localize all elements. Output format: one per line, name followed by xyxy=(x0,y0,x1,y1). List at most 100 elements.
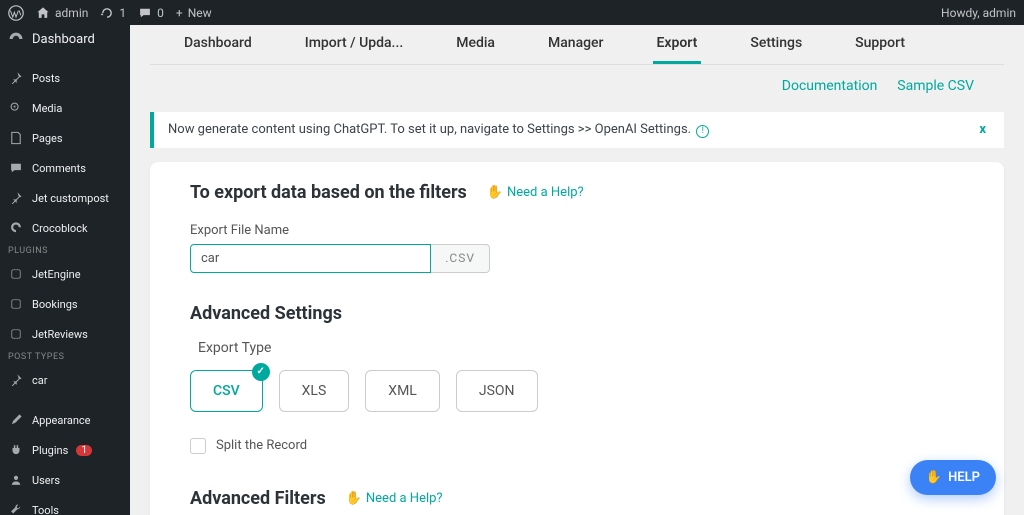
advanced-settings-title: Advanced Settings xyxy=(190,303,964,324)
crocoblock-icon xyxy=(8,220,24,236)
user-icon xyxy=(8,472,24,488)
sidebar-item-bookings[interactable]: Bookings xyxy=(0,289,130,319)
tab-media[interactable]: Media xyxy=(452,25,499,64)
sidebar-label: Media xyxy=(32,102,62,115)
site-name-link[interactable]: admin xyxy=(36,6,88,20)
comments-count: 0 xyxy=(157,6,164,20)
new-link[interactable]: + New xyxy=(176,6,212,20)
sidebar-item-users[interactable]: Users xyxy=(0,465,130,495)
type-option-csv[interactable]: CSV xyxy=(190,370,263,412)
sidebar-item-jetreviews[interactable]: JetReviews xyxy=(0,319,130,349)
hand-icon: ✋ xyxy=(346,491,362,506)
refresh-icon xyxy=(100,6,114,20)
split-record-checkbox[interactable] xyxy=(190,438,206,454)
type-option-json[interactable]: JSON xyxy=(456,370,538,412)
sidebar-item-jetengine[interactable]: JetEngine xyxy=(0,259,130,289)
sidebar-label: JetEngine xyxy=(32,268,81,281)
notice-close-button[interactable]: x xyxy=(975,122,990,137)
dashboard-icon xyxy=(8,31,24,47)
advanced-filters-title: Advanced Filters xyxy=(190,488,326,509)
sidebar-label: Bookings xyxy=(32,298,78,311)
sidebar-label: Tools xyxy=(32,504,59,515)
media-icon xyxy=(8,100,24,116)
documentation-link[interactable]: Documentation xyxy=(782,78,878,94)
sidebar-label: Posts xyxy=(32,72,60,85)
wp-sidebar: Dashboard Posts Media Pages Comments Jet… xyxy=(0,25,130,515)
need-help-link[interactable]: ✋ Need a Help? xyxy=(487,185,584,200)
help-float-button[interactable]: ✋ HELP xyxy=(910,460,996,495)
sidebar-label: Pages xyxy=(32,132,63,145)
hand-icon: ✋ xyxy=(926,470,942,485)
sidebar-item-pages[interactable]: Pages xyxy=(0,123,130,153)
brush-icon xyxy=(8,412,24,428)
sidebar-item-tools[interactable]: Tools xyxy=(0,495,130,515)
plugin-icon xyxy=(8,326,24,342)
sidebar-label: Plugins xyxy=(32,444,68,457)
export-type-label: Export Type xyxy=(190,340,964,356)
export-type-options: CSV XLS XML JSON xyxy=(190,370,964,412)
sidebar-label: JetReviews xyxy=(32,328,88,341)
sidebar-section-post-types: Post Types xyxy=(0,349,130,365)
tab-settings[interactable]: Settings xyxy=(746,25,806,64)
home-icon xyxy=(36,6,50,20)
tab-import[interactable]: Import / Upda... xyxy=(301,25,407,64)
pin-icon xyxy=(8,372,24,388)
comment-icon xyxy=(138,6,152,20)
tab-export[interactable]: Export xyxy=(653,25,702,64)
sidebar-item-media[interactable]: Media xyxy=(0,93,130,123)
plus-icon: + xyxy=(176,6,183,20)
comments-link[interactable]: 0 xyxy=(138,6,164,20)
export-panel: To export data based on the filters ✋ Ne… xyxy=(150,162,1004,515)
page-icon xyxy=(8,130,24,146)
sidebar-item-crocoblock[interactable]: Crocoblock xyxy=(0,213,130,243)
sidebar-item-posts[interactable]: Posts xyxy=(0,63,130,93)
filename-input-group: .CSV xyxy=(190,244,490,273)
sidebar-item-appearance[interactable]: Appearance xyxy=(0,405,130,435)
info-icon[interactable]: ! xyxy=(696,125,709,138)
howdy-text: Howdy, admin xyxy=(941,6,1016,20)
sidebar-label: car xyxy=(32,374,47,387)
tab-dashboard[interactable]: Dashboard xyxy=(180,25,256,64)
sidebar-item-dashboard[interactable]: Dashboard xyxy=(0,25,130,53)
sidebar-label: Jet custompost xyxy=(32,192,109,205)
howdy-link[interactable]: Howdy, admin xyxy=(941,6,1016,20)
hand-icon: ✋ xyxy=(487,185,503,200)
pin-icon xyxy=(8,70,24,86)
sample-csv-link[interactable]: Sample CSV xyxy=(897,78,974,94)
tab-links: Documentation Sample CSV xyxy=(150,65,1004,104)
sidebar-item-comments[interactable]: Comments xyxy=(0,153,130,183)
new-label: New xyxy=(188,6,212,20)
tab-manager[interactable]: Manager xyxy=(544,25,608,64)
help-label: Need a Help? xyxy=(366,491,443,506)
type-option-xml[interactable]: XML xyxy=(365,370,440,412)
notice-text: Now generate content using ChatGPT. To s… xyxy=(168,122,691,137)
file-extension: .CSV xyxy=(431,244,490,273)
type-option-xls[interactable]: XLS xyxy=(279,370,350,412)
main-content: Dashboard Import / Upda... Media Manager… xyxy=(130,25,1024,515)
tab-support[interactable]: Support xyxy=(851,25,909,64)
wp-logo[interactable] xyxy=(8,5,24,21)
filename-label: Export File Name xyxy=(190,223,964,238)
help-label: Need a Help? xyxy=(507,185,584,200)
sidebar-section-plugins: Plugins xyxy=(0,243,130,259)
chatgpt-notice: Now generate content using ChatGPT. To s… xyxy=(150,112,1004,148)
comment-icon xyxy=(8,160,24,176)
wrench-icon xyxy=(8,502,24,515)
split-record-label: Split the Record xyxy=(216,438,307,453)
sidebar-item-jet-custompost[interactable]: Jet custompost xyxy=(0,183,130,213)
plugin-icon xyxy=(8,266,24,282)
site-name: admin xyxy=(55,6,88,20)
plugins-badge: 1 xyxy=(76,445,92,456)
sidebar-label: Crocoblock xyxy=(32,222,88,235)
filename-input[interactable] xyxy=(190,244,431,273)
updates-link[interactable]: 1 xyxy=(100,6,126,20)
plug-icon xyxy=(8,442,24,458)
need-help-link-filters[interactable]: ✋ Need a Help? xyxy=(346,491,443,506)
sidebar-item-plugins[interactable]: Plugins 1 xyxy=(0,435,130,465)
tab-nav: Dashboard Import / Upda... Media Manager… xyxy=(150,25,1004,65)
sidebar-label: Dashboard xyxy=(32,32,95,47)
sidebar-item-car[interactable]: car xyxy=(0,365,130,395)
sidebar-label: Users xyxy=(32,474,60,487)
pin-icon xyxy=(8,190,24,206)
plugin-icon xyxy=(8,296,24,312)
